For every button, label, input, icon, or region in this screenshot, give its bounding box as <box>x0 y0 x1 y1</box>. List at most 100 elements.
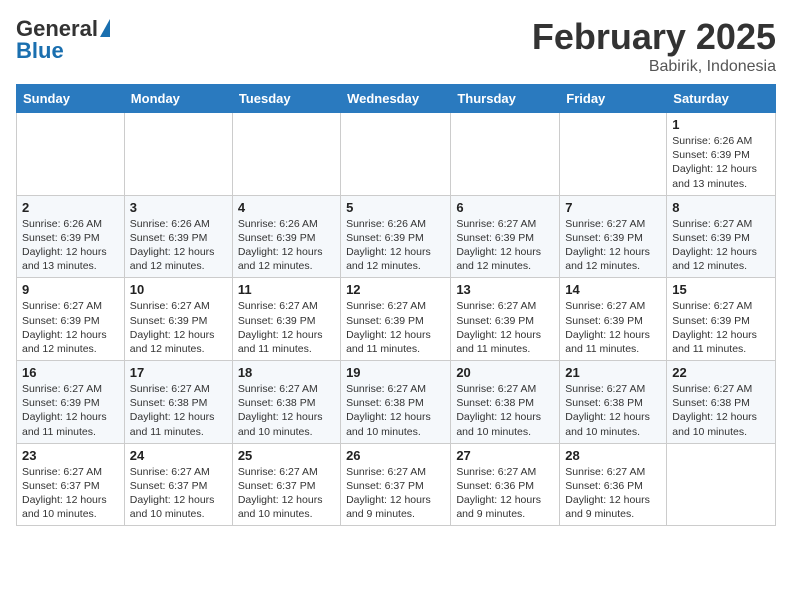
day-number: 26 <box>346 448 445 463</box>
calendar-cell <box>560 113 667 196</box>
day-number: 28 <box>565 448 661 463</box>
calendar-cell <box>451 113 560 196</box>
day-number: 21 <box>565 365 661 380</box>
cell-info: Sunrise: 6:27 AM Sunset: 6:36 PM Dayligh… <box>565 465 661 522</box>
day-number: 14 <box>565 282 661 297</box>
weekday-sunday: Sunday <box>17 85 125 113</box>
calendar-cell: 7 Sunrise: 6:27 AM Sunset: 6:39 PM Daylig… <box>560 195 667 278</box>
day-number: 9 <box>22 282 119 297</box>
day-number: 8 <box>672 200 770 215</box>
cell-info: Sunrise: 6:26 AM Sunset: 6:39 PM Dayligh… <box>130 217 227 274</box>
day-number: 25 <box>238 448 335 463</box>
day-number: 4 <box>238 200 335 215</box>
calendar-cell: 27 Sunrise: 6:27 AM Sunset: 6:36 PM Dayli… <box>451 443 560 526</box>
cell-info: Sunrise: 6:27 AM Sunset: 6:36 PM Dayligh… <box>456 465 554 522</box>
day-number: 16 <box>22 365 119 380</box>
calendar-cell: 20 Sunrise: 6:27 AM Sunset: 6:38 PM Dayli… <box>451 361 560 444</box>
calendar-cell: 23Sunrise: 6:27 AM Sunset: 6:37 PM Dayli… <box>17 443 125 526</box>
cell-info: Sunrise: 6:26 AM Sunset: 6:39 PM Dayligh… <box>238 217 335 274</box>
cell-info: Sunrise: 6:27 AM Sunset: 6:38 PM Dayligh… <box>130 382 227 439</box>
cell-info: Sunrise: 6:27 AM Sunset: 6:37 PM Dayligh… <box>130 465 227 522</box>
day-number: 15 <box>672 282 770 297</box>
cell-info: Sunrise: 6:27 AM Sunset: 6:39 PM Dayligh… <box>672 299 770 356</box>
calendar-cell: 13 Sunrise: 6:27 AM Sunset: 6:39 PM Dayli… <box>451 278 560 361</box>
calendar-cell: 9 Sunrise: 6:27 AM Sunset: 6:39 PM Daylig… <box>17 278 125 361</box>
calendar-cell: 11 Sunrise: 6:27 AM Sunset: 6:39 PM Dayli… <box>232 278 340 361</box>
day-number: 19 <box>346 365 445 380</box>
day-number: 18 <box>238 365 335 380</box>
location: Babirik, Indonesia <box>532 58 776 76</box>
calendar-body: 1 Sunrise: 6:26 AM Sunset: 6:39 PM Daylig… <box>17 113 776 526</box>
weekday-tuesday: Tuesday <box>232 85 340 113</box>
calendar-cell: 3 Sunrise: 6:26 AM Sunset: 6:39 PM Daylig… <box>124 195 232 278</box>
calendar-cell <box>341 113 451 196</box>
calendar-cell <box>667 443 776 526</box>
week-row-4: 23Sunrise: 6:27 AM Sunset: 6:37 PM Dayli… <box>17 443 776 526</box>
calendar-cell: 15 Sunrise: 6:27 AM Sunset: 6:39 PM Dayli… <box>667 278 776 361</box>
cell-info: Sunrise: 6:27 AM Sunset: 6:39 PM Dayligh… <box>130 299 227 356</box>
day-number: 7 <box>565 200 661 215</box>
week-row-1: 2 Sunrise: 6:26 AM Sunset: 6:39 PM Daylig… <box>17 195 776 278</box>
day-number: 20 <box>456 365 554 380</box>
logo-triangle-icon <box>100 19 110 37</box>
day-number: 27 <box>456 448 554 463</box>
cell-info: Sunrise: 6:27 AM Sunset: 6:39 PM Dayligh… <box>22 382 119 439</box>
calendar-cell: 12 Sunrise: 6:27 AM Sunset: 6:39 PM Dayli… <box>341 278 451 361</box>
calendar-cell <box>17 113 125 196</box>
cell-info: Sunrise: 6:27 AM Sunset: 6:39 PM Dayligh… <box>456 299 554 356</box>
calendar-cell: 28 Sunrise: 6:27 AM Sunset: 6:36 PM Dayli… <box>560 443 667 526</box>
week-row-2: 9 Sunrise: 6:27 AM Sunset: 6:39 PM Daylig… <box>17 278 776 361</box>
day-number: 6 <box>456 200 554 215</box>
calendar-cell: 18 Sunrise: 6:27 AM Sunset: 6:38 PM Dayli… <box>232 361 340 444</box>
weekday-header-row: SundayMondayTuesdayWednesdayThursdayFrid… <box>17 85 776 113</box>
cell-info: Sunrise: 6:27 AM Sunset: 6:38 PM Dayligh… <box>238 382 335 439</box>
cell-info: Sunrise: 6:27 AM Sunset: 6:39 PM Dayligh… <box>565 299 661 356</box>
calendar-cell: 4 Sunrise: 6:26 AM Sunset: 6:39 PM Daylig… <box>232 195 340 278</box>
logo-blue: Blue <box>16 38 64 64</box>
weekday-thursday: Thursday <box>451 85 560 113</box>
day-number: 22 <box>672 365 770 380</box>
day-number: 2 <box>22 200 119 215</box>
cell-info: Sunrise: 6:27 AM Sunset: 6:39 PM Dayligh… <box>672 217 770 274</box>
calendar-cell: 5Sunrise: 6:26 AM Sunset: 6:39 PM Daylig… <box>341 195 451 278</box>
cell-info: Sunrise: 6:27 AM Sunset: 6:37 PM Dayligh… <box>22 465 119 522</box>
cell-info: Sunrise: 6:27 AM Sunset: 6:37 PM Dayligh… <box>238 465 335 522</box>
cell-info: Sunrise: 6:27 AM Sunset: 6:38 PM Dayligh… <box>672 382 770 439</box>
cell-info: Sunrise: 6:27 AM Sunset: 6:39 PM Dayligh… <box>456 217 554 274</box>
day-number: 17 <box>130 365 227 380</box>
cell-info: Sunrise: 6:27 AM Sunset: 6:38 PM Dayligh… <box>456 382 554 439</box>
weekday-monday: Monday <box>124 85 232 113</box>
cell-info: Sunrise: 6:27 AM Sunset: 6:39 PM Dayligh… <box>238 299 335 356</box>
calendar-cell: 16 Sunrise: 6:27 AM Sunset: 6:39 PM Dayli… <box>17 361 125 444</box>
cell-info: Sunrise: 6:26 AM Sunset: 6:39 PM Dayligh… <box>346 217 445 274</box>
calendar-cell: 6 Sunrise: 6:27 AM Sunset: 6:39 PM Daylig… <box>451 195 560 278</box>
cell-info: Sunrise: 6:27 AM Sunset: 6:37 PM Dayligh… <box>346 465 445 522</box>
month-title: February 2025 <box>532 16 776 58</box>
week-row-0: 1 Sunrise: 6:26 AM Sunset: 6:39 PM Daylig… <box>17 113 776 196</box>
calendar-cell: 2 Sunrise: 6:26 AM Sunset: 6:39 PM Daylig… <box>17 195 125 278</box>
cell-info: Sunrise: 6:27 AM Sunset: 6:38 PM Dayligh… <box>565 382 661 439</box>
cell-info: Sunrise: 6:27 AM Sunset: 6:38 PM Dayligh… <box>346 382 445 439</box>
cell-info: Sunrise: 6:27 AM Sunset: 6:39 PM Dayligh… <box>346 299 445 356</box>
calendar-table: SundayMondayTuesdayWednesdayThursdayFrid… <box>16 84 776 526</box>
title-block: February 2025 Babirik, Indonesia <box>532 16 776 76</box>
day-number: 24 <box>130 448 227 463</box>
day-number: 11 <box>238 282 335 297</box>
calendar-cell: 19 Sunrise: 6:27 AM Sunset: 6:38 PM Dayli… <box>341 361 451 444</box>
day-number: 13 <box>456 282 554 297</box>
day-number: 10 <box>130 282 227 297</box>
calendar-cell: 1 Sunrise: 6:26 AM Sunset: 6:39 PM Daylig… <box>667 113 776 196</box>
calendar-cell <box>232 113 340 196</box>
calendar-cell: 10 Sunrise: 6:27 AM Sunset: 6:39 PM Dayli… <box>124 278 232 361</box>
day-number: 12 <box>346 282 445 297</box>
weekday-friday: Friday <box>560 85 667 113</box>
page-header: General Blue February 2025 Babirik, Indo… <box>16 16 776 76</box>
cell-info: Sunrise: 6:26 AM Sunset: 6:39 PM Dayligh… <box>672 134 770 191</box>
calendar-cell: 26 Sunrise: 6:27 AM Sunset: 6:37 PM Dayli… <box>341 443 451 526</box>
day-number: 3 <box>130 200 227 215</box>
cell-info: Sunrise: 6:26 AM Sunset: 6:39 PM Dayligh… <box>22 217 119 274</box>
cell-info: Sunrise: 6:27 AM Sunset: 6:39 PM Dayligh… <box>565 217 661 274</box>
day-number: 1 <box>672 117 770 132</box>
calendar-cell <box>124 113 232 196</box>
cell-info: Sunrise: 6:27 AM Sunset: 6:39 PM Dayligh… <box>22 299 119 356</box>
